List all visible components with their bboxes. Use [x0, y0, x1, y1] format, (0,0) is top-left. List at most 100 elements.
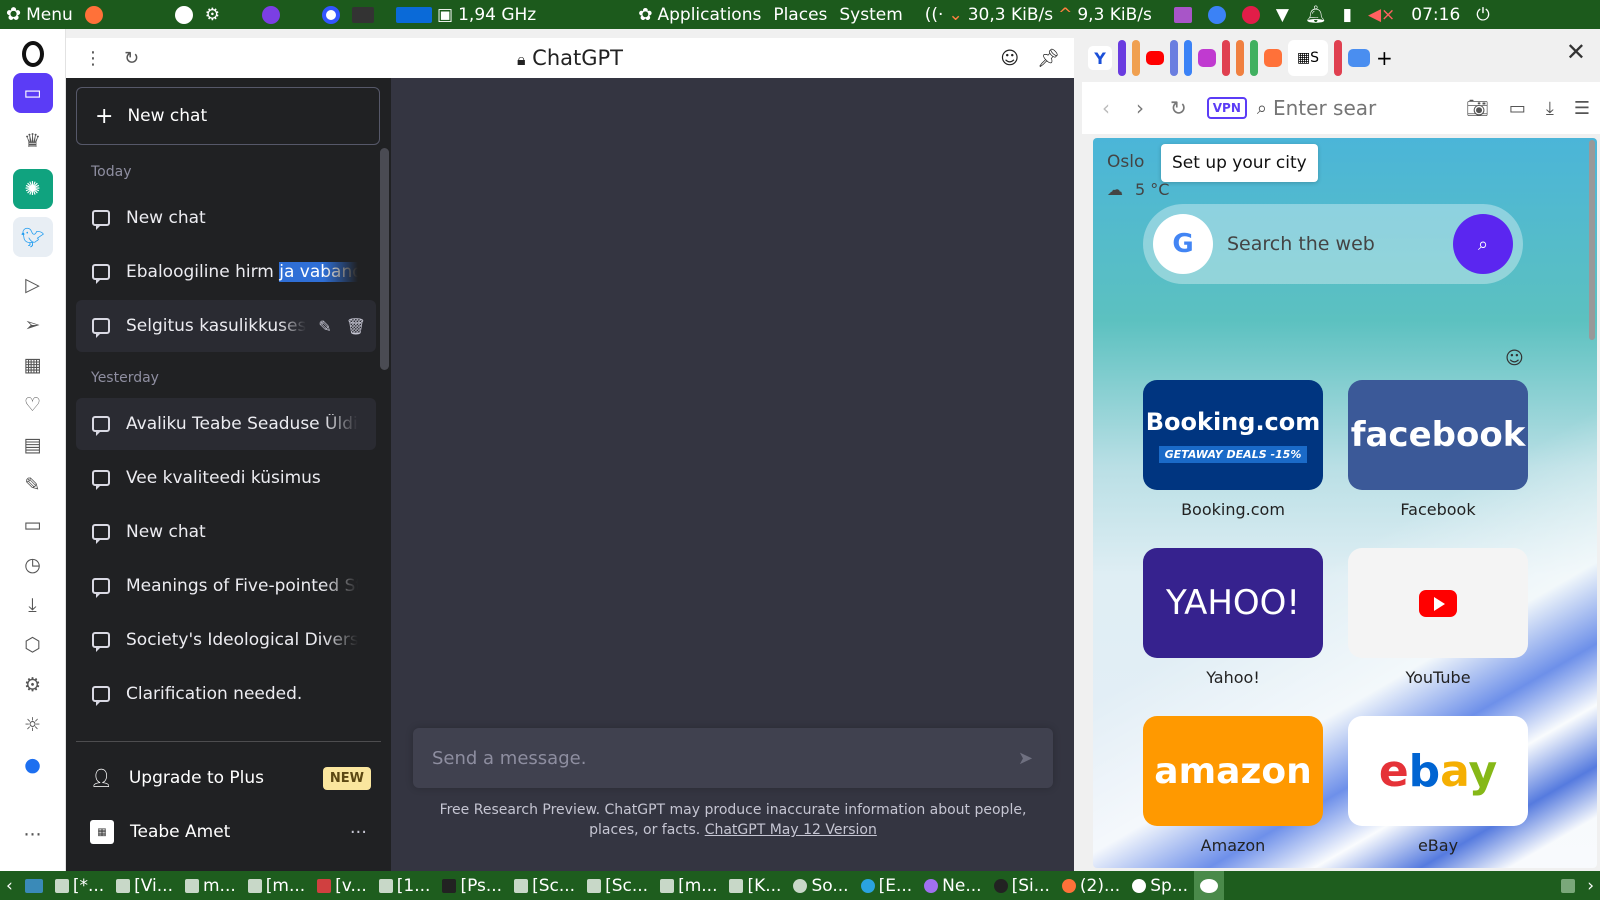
taskbar-task[interactable]: (2)... [1056, 871, 1126, 900]
tile-label[interactable]: Amazon [1143, 836, 1323, 855]
vpn-badge[interactable]: VPN [1206, 97, 1247, 119]
trash-tray[interactable] [1555, 871, 1581, 900]
download-icon[interactable]: ⤓ [1546, 98, 1554, 119]
forward-icon[interactable]: › [1136, 96, 1144, 120]
speed-dial-tile-booking[interactable]: Booking.com GETAWAY DEALS -15% [1143, 380, 1323, 490]
show-desktop-button[interactable] [19, 871, 49, 900]
tile-label[interactable]: YouTube [1348, 668, 1528, 687]
emoji-icon[interactable]: ☺ [1505, 348, 1524, 369]
sidebar-tips-button[interactable]: ☼ [13, 705, 53, 745]
chat-item[interactable]: New chat [76, 506, 376, 558]
chat-item[interactable]: New chat [76, 192, 376, 244]
more-dots-icon[interactable]: ··· [350, 822, 367, 843]
taskbar-task-active[interactable] [1194, 871, 1225, 900]
tab[interactable] [1334, 40, 1342, 76]
podcast-launcher[interactable] [256, 5, 286, 24]
taskbar-task[interactable]: [Ps... [436, 871, 508, 900]
drag-handle-icon[interactable]: ⋮ [84, 48, 102, 69]
tray-app-icon[interactable] [1173, 6, 1192, 23]
sidebar-chatgpt-button[interactable]: ✺ [12, 169, 53, 209]
youtube-tab-icon[interactable] [1146, 51, 1164, 65]
speed-dial-tile-amazon[interactable]: amazon [1143, 716, 1323, 826]
sidebar-news-button[interactable]: ▤ [13, 425, 53, 465]
firefox-launcher[interactable] [79, 5, 109, 24]
tile-label[interactable]: Facebook [1348, 500, 1528, 519]
system-menu[interactable]: System [833, 5, 908, 25]
sidebar-tabs-button[interactable]: ▭ [13, 505, 53, 545]
volume-muted-icon[interactable]: ◀× [1368, 5, 1395, 25]
tile-label[interactable]: eBay [1348, 836, 1528, 855]
active-tab[interactable]: ▦ S [1288, 40, 1328, 76]
tab-icon[interactable] [1348, 49, 1370, 67]
tab[interactable] [1132, 40, 1140, 76]
sidebar-more-button[interactable]: ··· [13, 815, 53, 855]
chat-item[interactable]: Meanings of Five-pointed Star [76, 560, 376, 612]
battery-saver-icon[interactable]: ▭ [1509, 98, 1526, 119]
sidebar-chat-button[interactable]: ● [13, 745, 53, 785]
firefox-tab-icon[interactable] [1264, 49, 1282, 67]
search-button[interactable]: ⌕ [1453, 214, 1513, 274]
calendar-tray-icon[interactable] [1207, 5, 1226, 24]
opera-launcher[interactable] [316, 5, 346, 24]
power-icon[interactable]: ⏻ [1476, 5, 1489, 25]
taskbar-scroll-right[interactable]: › [1581, 871, 1600, 900]
sidebar-extensions-button[interactable]: ⬡ [13, 625, 53, 665]
tab[interactable] [1250, 40, 1258, 76]
record-tray-icon[interactable] [1241, 5, 1260, 24]
chat-item[interactable]: Clarification needed. [76, 668, 376, 720]
taskbar-task[interactable]: So... [787, 871, 854, 900]
speed-dial-tile-ebay[interactable]: ebay [1348, 716, 1528, 826]
font-launcher[interactable] [169, 5, 199, 24]
speed-dial-tile-yahoo[interactable]: YAHOO! [1143, 548, 1323, 658]
new-tab-icon[interactable]: + [1376, 46, 1393, 70]
wifi-icon[interactable]: ▼ [1276, 5, 1289, 25]
taskbar-task[interactable]: Ne... [918, 871, 987, 900]
tab[interactable] [1170, 40, 1178, 76]
sidebar-twitter-button[interactable]: 🐦︎ [12, 217, 53, 257]
battery-icon[interactable]: ▮ [1343, 5, 1352, 25]
sidebar-downloads-button[interactable]: ⤓ [13, 585, 53, 625]
menu-button[interactable]: ✿ Menu [0, 4, 79, 25]
places-menu[interactable]: Places [767, 5, 833, 25]
sidebar-speeddial-button[interactable]: ▦ [13, 345, 53, 385]
taskbar-task[interactable]: Sp... [1126, 871, 1194, 900]
send-message-icon[interactable]: ➤ [1018, 748, 1033, 769]
taskbar-task[interactable]: [v... [311, 871, 373, 900]
taskbar-task[interactable]: [m... [654, 871, 723, 900]
city-tooltip[interactable]: Set up your city [1161, 144, 1318, 182]
tab[interactable] [1118, 40, 1126, 76]
chat-item[interactable]: Ebaloogiline hirm ja vabandus [76, 246, 376, 298]
message-input[interactable] [432, 747, 992, 769]
taskbar-task[interactable]: [Si... [988, 871, 1056, 900]
taskbar-task[interactable]: [Sc... [508, 871, 581, 900]
taskbar-task[interactable]: m... [179, 871, 242, 900]
tab[interactable] [1222, 40, 1230, 76]
trash-icon[interactable]: 🗑︎ [346, 317, 366, 336]
speed-dial-scrollbar[interactable] [1589, 140, 1595, 340]
new-chat-button[interactable]: + New chat [76, 87, 380, 145]
taskbar-task[interactable]: [Sc... [581, 871, 654, 900]
yandex-tab-icon[interactable]: Y [1088, 46, 1112, 70]
tile-label[interactable]: Booking.com [1143, 500, 1323, 519]
back-icon[interactable]: ‹ [1102, 96, 1110, 120]
web-search-input[interactable] [1227, 233, 1447, 255]
clock[interactable]: 07:16 [1411, 5, 1460, 25]
tab[interactable] [1236, 40, 1244, 76]
reload-icon[interactable]: ↻ [1170, 96, 1187, 120]
bell-icon[interactable]: 🔔︎ [1305, 5, 1327, 25]
camera-icon[interactable]: 📷︎ [1466, 98, 1489, 119]
sidebar-bookmarks-button[interactable]: ♡ [13, 385, 53, 425]
speed-dial-tile-facebook[interactable]: facebook [1348, 380, 1528, 490]
weather-city[interactable]: Oslo [1107, 152, 1144, 172]
sidebar-pinboard-button[interactable]: ✎ [13, 465, 53, 505]
tab-icon[interactable] [1198, 49, 1216, 67]
terminal-launcher[interactable] [346, 6, 380, 23]
sidebar-crown-button[interactable]: ♛ [13, 121, 53, 161]
address-input[interactable] [1272, 96, 1383, 120]
reload-icon[interactable]: ↻ [124, 48, 139, 69]
upgrade-button[interactable]: 👤︎ Upgrade to Plus NEW [76, 753, 381, 803]
taskbar-task[interactable]: [E... [855, 871, 919, 900]
sidebar-history-button[interactable]: ◷ [13, 545, 53, 585]
sidebar-send-button[interactable]: ➢ [13, 305, 53, 345]
settings-launcher[interactable]: ⚙ [199, 5, 226, 25]
